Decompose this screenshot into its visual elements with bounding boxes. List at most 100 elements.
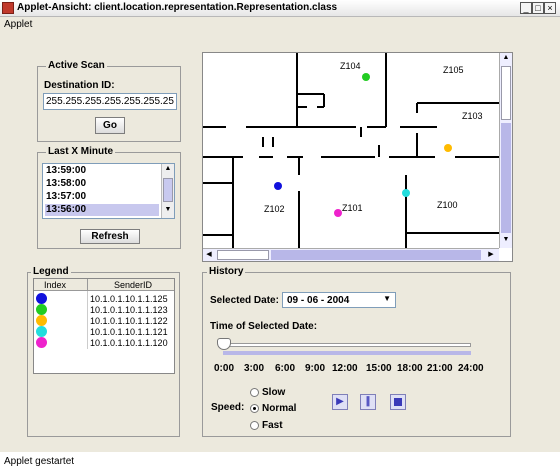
maximize-button[interactable]: □ <box>532 2 544 14</box>
map-horizontal-scrollbar[interactable]: ◀ ▶ <box>203 248 499 261</box>
list-item[interactable]: 13:58:00 <box>45 178 159 190</box>
scroll-right-icon[interactable]: ▶ <box>486 250 496 260</box>
column-divider <box>87 279 88 291</box>
stop-icon <box>394 398 402 406</box>
sender-marker <box>274 182 282 190</box>
speed-option-normal[interactable]: Normal <box>262 403 296 414</box>
minimize-button[interactable]: _ <box>520 2 532 14</box>
table-row[interactable]: 10.1.0.1.10.1.1.123 <box>34 304 174 315</box>
tick-label: 18:00 <box>397 363 423 374</box>
list-item[interactable]: 13:59:00 <box>45 165 159 177</box>
table-row[interactable]: 10.1.0.1.10.1.1.121 <box>34 326 174 337</box>
tick-label: 24:00 <box>458 363 484 374</box>
sender-marker <box>362 73 370 81</box>
floor-plan-svg: Z104 Z105 Z103 Z102 Z101 Z100 <box>203 53 500 248</box>
map-vertical-scrollbar[interactable]: ▲ ▼ <box>499 53 512 248</box>
room-label-z101: Z101 <box>342 203 363 213</box>
sender-id-cell: 10.1.0.1.10.1.1.120 <box>90 338 168 348</box>
column-divider <box>87 291 88 349</box>
legend-title: Legend <box>31 266 71 277</box>
table-row[interactable]: 10.1.0.1.10.1.1.122 <box>34 315 174 326</box>
window-title: Applet-Ansicht: client.location.represen… <box>17 2 338 13</box>
sender-id-cell: 10.1.0.1.10.1.1.125 <box>90 294 168 304</box>
pause-icon: ∥ <box>365 396 371 407</box>
sender-marker <box>334 209 342 217</box>
destination-id-label: Destination ID: <box>44 80 115 91</box>
pause-button[interactable]: ∥ <box>360 394 376 410</box>
scroll-thumb[interactable] <box>163 178 173 202</box>
table-header: Index SenderID <box>34 279 174 291</box>
speed-radio-fast[interactable] <box>250 421 259 430</box>
scroll-down-icon[interactable]: ▼ <box>501 236 511 246</box>
speed-option-fast[interactable]: Fast <box>262 420 283 431</box>
refresh-button[interactable]: Refresh <box>80 229 140 244</box>
room-label-z102: Z102 <box>264 204 285 214</box>
tick-label: 21:00 <box>427 363 453 374</box>
speed-option-slow[interactable]: Slow <box>262 387 285 398</box>
floor-map[interactable]: Z104 Z105 Z103 Z102 Z101 Z100 <box>202 52 513 262</box>
title-bar: Applet-Ansicht: client.location.represen… <box>0 0 560 17</box>
scroll-left-icon[interactable]: ◀ <box>204 250 214 260</box>
sender-id-cell: 10.1.0.1.10.1.1.121 <box>90 327 168 337</box>
applet-window: Applet-Ansicht: client.location.represen… <box>0 0 560 472</box>
stop-button[interactable] <box>390 394 406 410</box>
status-bar: Applet gestartet <box>0 452 560 472</box>
scroll-down-icon[interactable]: ▼ <box>163 206 173 216</box>
tick-label: 6:00 <box>275 363 296 374</box>
column-header-index[interactable]: Index <box>44 280 66 290</box>
room-label-z100: Z100 <box>437 200 458 210</box>
active-scan-title: Active Scan <box>46 60 107 71</box>
sender-marker <box>444 144 452 152</box>
tick-label: 15:00 <box>366 363 392 374</box>
tick-label: 12:00 <box>332 363 358 374</box>
play-icon: ▶ <box>336 396 344 407</box>
time-of-selected-date-label: Time of Selected Date: <box>210 321 318 332</box>
date-select[interactable]: 09 - 06 - 2004 ▼ <box>282 292 396 308</box>
room-label-z105: Z105 <box>443 65 464 75</box>
legend-table[interactable]: Index SenderID 10.1.0.1.10.1.1.125 10.1.… <box>33 278 175 374</box>
speed-label: Speed: <box>211 402 245 413</box>
sender-marker <box>402 189 410 197</box>
tick-label: 9:00 <box>305 363 326 374</box>
sender-id-cell: 10.1.0.1.10.1.1.123 <box>90 305 168 315</box>
scroll-thumb[interactable] <box>501 66 511 120</box>
date-select-value: 09 - 06 - 2004 <box>287 295 350 306</box>
scroll-track[interactable] <box>501 123 511 233</box>
scroll-up-icon[interactable]: ▲ <box>163 165 173 175</box>
time-list[interactable]: 13:59:00 13:58:00 13:57:00 13:56:00 ▲ ▼ <box>42 163 175 219</box>
table-row[interactable]: 10.1.0.1.10.1.1.125 <box>34 293 174 304</box>
chevron-down-icon: ▼ <box>383 294 391 303</box>
color-swatch <box>36 326 47 337</box>
sender-id-cell: 10.1.0.1.10.1.1.122 <box>90 316 168 326</box>
go-button[interactable]: Go <box>95 117 125 134</box>
tick-label: 0:00 <box>214 363 235 374</box>
history-title: History <box>207 266 246 277</box>
selected-date-label: Selected Date: <box>210 295 279 306</box>
color-swatch <box>36 337 47 348</box>
close-button[interactable]: × <box>544 2 556 14</box>
menu-applet[interactable]: Applet <box>4 19 32 30</box>
table-row[interactable]: 10.1.0.1.10.1.1.120 <box>34 337 174 348</box>
column-header-sender-id[interactable]: SenderID <box>114 280 152 290</box>
color-swatch <box>36 315 47 326</box>
speed-radio-normal[interactable] <box>250 404 259 413</box>
color-swatch <box>36 304 47 315</box>
last-x-minute-title: Last X Minute <box>46 146 116 157</box>
status-text: Applet gestartet <box>4 456 75 467</box>
list-item[interactable]: 13:57:00 <box>45 191 159 203</box>
tick-label: 3:00 <box>244 363 265 374</box>
room-label-z103: Z103 <box>462 111 483 121</box>
time-list-scrollbar[interactable]: ▲ ▼ <box>161 164 174 218</box>
time-slider-track[interactable] <box>223 343 471 347</box>
scroll-up-icon[interactable]: ▲ <box>501 54 511 64</box>
time-slider-fill <box>223 351 471 355</box>
speed-radio-slow[interactable] <box>250 388 259 397</box>
play-button[interactable]: ▶ <box>332 394 348 410</box>
color-swatch <box>36 293 47 304</box>
list-item-selected[interactable]: 13:56:00 <box>45 204 159 216</box>
scroll-thumb[interactable] <box>217 250 269 260</box>
menu-bar: Applet <box>0 17 560 33</box>
destination-id-field[interactable] <box>43 93 177 110</box>
java-app-icon <box>2 2 14 14</box>
scroll-track[interactable] <box>271 250 481 260</box>
